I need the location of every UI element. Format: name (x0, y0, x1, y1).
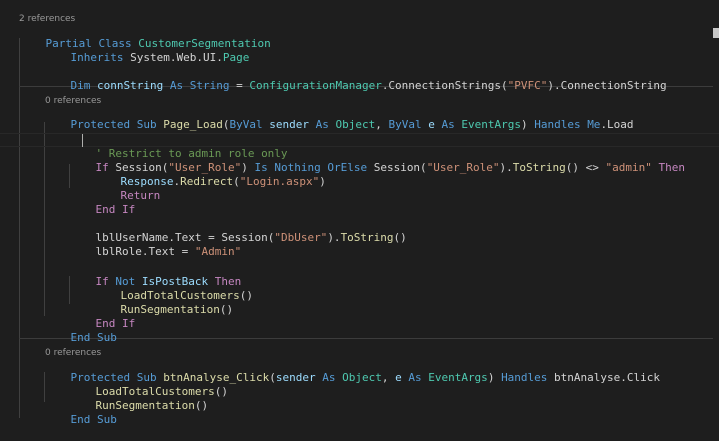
code-line: End If (95, 317, 136, 330)
code-line: LoadTotalCustomers() (95, 385, 228, 398)
code-line: LoadTotalCustomers() (120, 289, 253, 302)
code-line: RunSegmentation() (120, 303, 234, 316)
code-editor[interactable]: 2 references 0 references 0 references P… (0, 0, 719, 426)
code-line: Dim connString As String = Configuration… (70, 79, 667, 92)
method-separator (19, 338, 713, 339)
code-line: If Session("User_Role") Is Nothing OrEls… (95, 161, 686, 174)
code-line: Partial Class CustomerSegmentation (45, 37, 271, 50)
code-line: End Sub (70, 331, 117, 344)
code-line: Protected Sub Page_Load(ByVal sender As … (70, 118, 634, 131)
code-line: lblRole.Text = "Admin" (95, 245, 242, 258)
code-line: RunSegmentation() (95, 399, 209, 412)
code-line: ' Restrict to admin role only (95, 147, 288, 160)
code-line: End If (95, 203, 136, 216)
text-cursor (82, 134, 83, 147)
indent-guide (44, 122, 45, 316)
code-line: Inherits System.Web.UI.Page (70, 51, 250, 64)
minimap-slider[interactable] (713, 28, 719, 38)
code-line: lblUserName.Text = Session("DbUser").ToS… (95, 231, 407, 244)
code-line: Response.Redirect("Login.aspx") (120, 175, 326, 188)
code-line: Return (120, 189, 161, 202)
code-line: If Not IsPostBack Then (95, 275, 242, 288)
code-line: Protected Sub btnAnalyse_Click(sender As… (70, 371, 661, 384)
indent-guide (19, 38, 20, 418)
code-line: End Sub (70, 413, 117, 426)
